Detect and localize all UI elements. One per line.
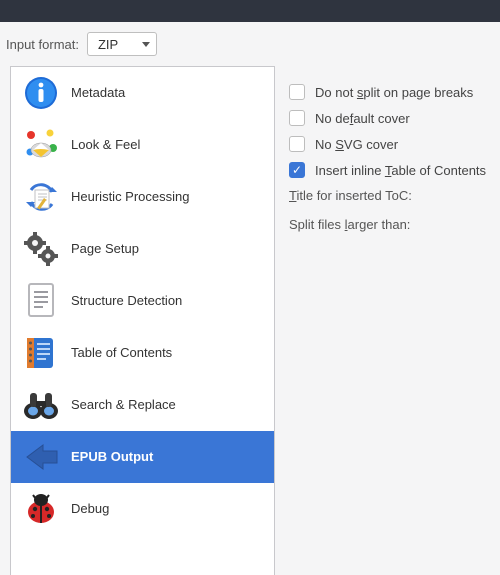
checkbox-label: No default cover — [315, 111, 410, 126]
paint-bucket-icon — [21, 125, 61, 165]
title-for-toc-label: Title for inserted ToC: — [289, 188, 494, 203]
sidebar-item-search-replace[interactable]: Search & Replace — [11, 379, 274, 431]
options-panel: Do not split on page breaks No default c… — [285, 66, 500, 246]
sidebar-item-label: Debug — [71, 501, 109, 517]
document-lines-icon — [21, 281, 61, 321]
wand-refresh-icon — [21, 177, 61, 217]
checkbox-row-insert-toc[interactable]: Insert inline Table of Contents — [289, 162, 494, 178]
info-icon — [21, 73, 61, 113]
checkbox-no-svg-cover[interactable] — [289, 136, 305, 152]
checkbox-label: Insert inline Table of Contents — [315, 163, 486, 178]
settings-sidebar: Metadata Look & Feel — [10, 66, 275, 575]
sidebar-item-label: Search & Replace — [71, 397, 176, 413]
book-toc-icon — [21, 333, 61, 373]
checkbox-no-split[interactable] — [289, 84, 305, 100]
input-format-select[interactable]: ZIP — [87, 32, 157, 56]
checkbox-row-no-split[interactable]: Do not split on page breaks — [289, 84, 494, 100]
ladybug-icon — [21, 489, 61, 529]
sidebar-item-label: Table of Contents — [71, 345, 172, 361]
sidebar-item-toc[interactable]: Table of Contents — [11, 327, 274, 379]
split-files-label: Split files larger than: — [289, 217, 494, 232]
chevron-down-icon — [142, 42, 150, 47]
checkbox-insert-toc[interactable] — [289, 162, 305, 178]
checkbox-row-no-default-cover[interactable]: No default cover — [289, 110, 494, 126]
sidebar-item-debug[interactable]: Debug — [11, 483, 274, 535]
sidebar-item-epub-output[interactable]: EPUB Output — [11, 431, 274, 483]
sidebar-item-label: Heuristic Processing — [71, 189, 190, 205]
sidebar-item-metadata[interactable]: Metadata — [11, 67, 274, 119]
sidebar-item-label: Metadata — [71, 85, 125, 101]
input-format-row: Input format: ZIP — [0, 22, 500, 66]
checkbox-row-no-svg-cover[interactable]: No SVG cover — [289, 136, 494, 152]
input-format-value: ZIP — [98, 37, 118, 52]
sidebar-item-structure-detection[interactable]: Structure Detection — [11, 275, 274, 327]
input-format-label: Input format: — [6, 37, 79, 52]
sidebar-item-page-setup[interactable]: Page Setup — [11, 223, 274, 275]
sidebar-item-heuristic[interactable]: Heuristic Processing — [11, 171, 274, 223]
sidebar-item-label: Structure Detection — [71, 293, 182, 309]
arrow-left-icon — [21, 437, 61, 477]
window-titlebar — [0, 0, 500, 22]
binoculars-icon — [21, 385, 61, 425]
sidebar-item-label: EPUB Output — [71, 449, 153, 465]
sidebar-item-label: Page Setup — [71, 241, 139, 257]
checkbox-label: Do not split on page breaks — [315, 85, 473, 100]
sidebar-item-look-feel[interactable]: Look & Feel — [11, 119, 274, 171]
checkbox-no-default-cover[interactable] — [289, 110, 305, 126]
sidebar-item-label: Look & Feel — [71, 137, 140, 153]
gears-icon — [21, 229, 61, 269]
checkbox-label: No SVG cover — [315, 137, 398, 152]
